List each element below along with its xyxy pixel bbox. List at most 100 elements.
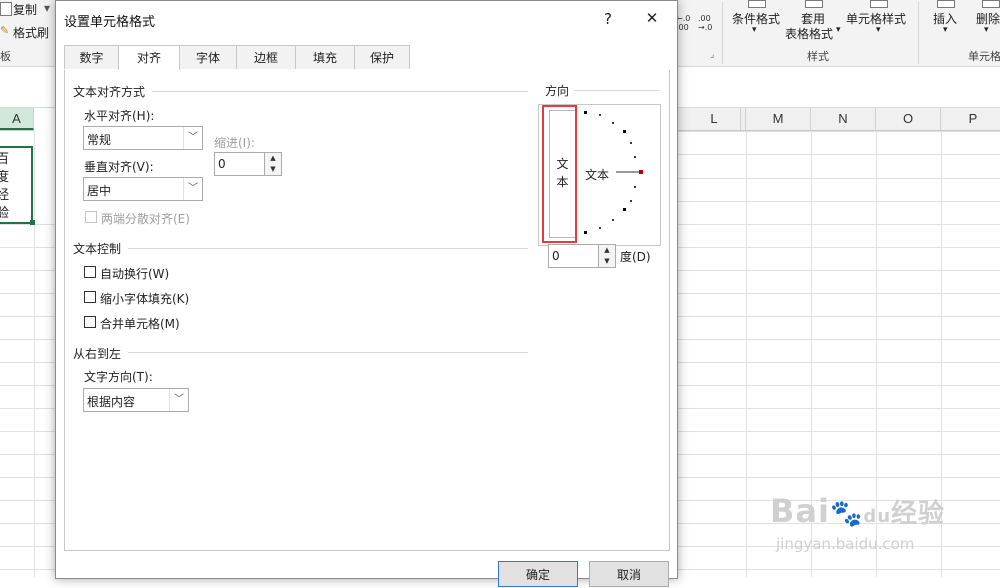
dial-mark-minus90 xyxy=(584,231,587,234)
orientation-section-title: 方向 xyxy=(545,84,570,98)
styles-group-label: 样式 xyxy=(807,50,829,63)
copy-icon[interactable] xyxy=(0,2,12,16)
shrink-to-fit-label[interactable]: 缩小字体填充(K) xyxy=(100,290,189,307)
tab-fill[interactable]: 填充 xyxy=(295,45,355,69)
watermark-brand: Bai🐾du经验 xyxy=(770,492,946,530)
clipboard-group-label: 板 xyxy=(0,50,11,63)
sheet-grid-left[interactable]: 百 度 经 验 xyxy=(0,131,55,577)
insert-icon[interactable] xyxy=(937,0,955,8)
degrees-label: 度(D) xyxy=(620,250,651,264)
dial-mark-45 xyxy=(623,130,626,133)
dial-mark-minus45 xyxy=(623,208,626,211)
wrap-text-checkbox[interactable] xyxy=(84,266,96,278)
cell-char: 度 xyxy=(0,170,10,185)
tab-alignment[interactable]: 对齐 xyxy=(118,45,180,71)
tab-border[interactable]: 边框 xyxy=(236,45,296,69)
dial-mark-90 xyxy=(584,111,587,114)
text-alignment-section-title: 文本对齐方式 xyxy=(73,85,146,99)
copy-button[interactable]: 复制 xyxy=(13,1,37,18)
shrink-to-fit-checkbox[interactable] xyxy=(84,291,96,303)
degrees-value: 0 xyxy=(552,249,560,263)
close-icon[interactable]: ✕ xyxy=(640,9,664,27)
column-header-m[interactable]: M xyxy=(746,108,811,130)
section-divider xyxy=(152,91,528,92)
vertical-align-value: 居中 xyxy=(87,184,112,198)
indent-spinner[interactable]: 0 ▲ ▼ xyxy=(214,152,282,176)
horizontal-align-label: 水平对齐(H): xyxy=(84,109,155,123)
delete-icon[interactable] xyxy=(982,0,1000,8)
dialog-title: 设置单元格格式 xyxy=(64,15,156,30)
dial-dot xyxy=(612,122,614,124)
merge-cells-label[interactable]: 合并单元格(M) xyxy=(100,315,180,332)
ribbon-separator xyxy=(722,2,723,64)
distributed-label: 两端分散对齐(E) xyxy=(101,212,190,226)
dial-dot xyxy=(634,186,636,188)
section-divider xyxy=(128,352,528,353)
conditional-format-icon[interactable] xyxy=(748,0,766,8)
vertical-align-label: 垂直对齐(V): xyxy=(84,160,154,174)
delete-dropdown-icon[interactable]: ▾ xyxy=(984,25,989,35)
chevron-down-icon[interactable]: ﹀ xyxy=(183,127,202,149)
column-header-p[interactable]: P xyxy=(941,108,1000,130)
watermark-url: jingyan.baidu.com xyxy=(776,535,915,553)
table-format-icon[interactable] xyxy=(805,0,823,8)
cancel-button[interactable]: 取消 xyxy=(589,561,669,587)
format-painter-icon[interactable]: ✎ xyxy=(0,24,9,37)
table-format-dropdown-icon[interactable]: ▾ xyxy=(836,25,841,35)
degrees-spinner[interactable]: 0 ▲ ▼ xyxy=(548,244,616,268)
rtl-section-title: 从右到左 xyxy=(73,347,122,361)
indent-value: 0 xyxy=(218,157,226,171)
spin-down-icon[interactable]: ▼ xyxy=(598,256,615,267)
horizontal-text-preview: 文本 xyxy=(585,168,610,182)
cell-char: 验 xyxy=(0,206,10,221)
conditional-format-dropdown-icon[interactable]: ▾ xyxy=(752,25,757,35)
text-direction-label: 文字方向(T): xyxy=(84,370,153,384)
merge-cells-checkbox[interactable] xyxy=(84,316,96,328)
cell-style-icon[interactable] xyxy=(870,0,888,8)
decrease-decimal-icon[interactable]: .00 →.0 xyxy=(698,14,712,32)
text-direction-value: 根据内容 xyxy=(87,395,136,409)
highlight-frame xyxy=(542,105,577,243)
chevron-down-icon[interactable]: ﹀ xyxy=(169,389,188,411)
text-control-section-title: 文本控制 xyxy=(73,242,122,256)
ok-button[interactable]: 确定 xyxy=(498,561,578,587)
increase-decimal-icon[interactable]: ←.0.00 xyxy=(676,14,690,32)
spin-down-icon[interactable]: ▼ xyxy=(264,164,281,175)
cell-char: 百 xyxy=(0,152,10,167)
dialog-titlebar[interactable]: 设置单元格格式 ? ✕ xyxy=(56,1,677,37)
section-divider xyxy=(128,248,528,249)
tab-bar: 数字 对齐 字体 边框 填充 保护 xyxy=(64,45,668,71)
dial-dot xyxy=(599,227,601,229)
column-header-o[interactable]: O xyxy=(876,108,941,130)
wrap-text-label[interactable]: 自动换行(W) xyxy=(100,265,169,282)
table-format-button-line2[interactable]: 表格格式 xyxy=(785,25,833,42)
dial-dot xyxy=(630,142,632,144)
insert-dropdown-icon[interactable]: ▾ xyxy=(943,25,948,35)
vertical-align-select[interactable]: 居中 ﹀ xyxy=(83,177,203,201)
horizontal-align-value: 常规 xyxy=(87,133,112,147)
horizontal-align-select[interactable]: 常规 ﹀ xyxy=(83,126,203,150)
column-headers-left: A xyxy=(0,108,34,131)
distributed-checkbox[interactable] xyxy=(85,211,97,223)
cell-style-dropdown-icon[interactable]: ▾ xyxy=(876,25,881,35)
dial-dot xyxy=(599,114,601,116)
column-header-a[interactable]: A xyxy=(0,108,34,130)
column-headers-right: L M N O P xyxy=(676,108,1000,131)
number-group-launcher-icon[interactable]: ⌟ xyxy=(710,50,714,60)
tab-protection[interactable]: 保护 xyxy=(354,45,410,69)
help-button[interactable]: ? xyxy=(596,10,620,28)
ribbon-separator xyxy=(918,2,919,64)
cell-char: 经 xyxy=(0,188,10,203)
column-header-l[interactable]: L xyxy=(683,108,746,130)
format-cells-dialog: 设置单元格格式 ? ✕ 数字 对齐 字体 边框 填充 保护 文本对齐方式 水平对… xyxy=(55,0,678,587)
column-header-n[interactable]: N xyxy=(811,108,876,130)
chevron-down-icon[interactable]: ﹀ xyxy=(183,178,202,200)
format-painter-button[interactable]: 格式刷 xyxy=(13,24,49,41)
fill-handle[interactable] xyxy=(30,220,35,225)
tab-font[interactable]: 字体 xyxy=(179,45,237,69)
text-direction-select[interactable]: 根据内容 ﹀ xyxy=(83,388,189,412)
section-divider xyxy=(574,90,659,91)
cells-group-label: 单元格 xyxy=(968,50,1000,63)
tab-number[interactable]: 数字 xyxy=(64,45,119,69)
copy-dropdown-icon[interactable]: ▾ xyxy=(44,1,50,15)
